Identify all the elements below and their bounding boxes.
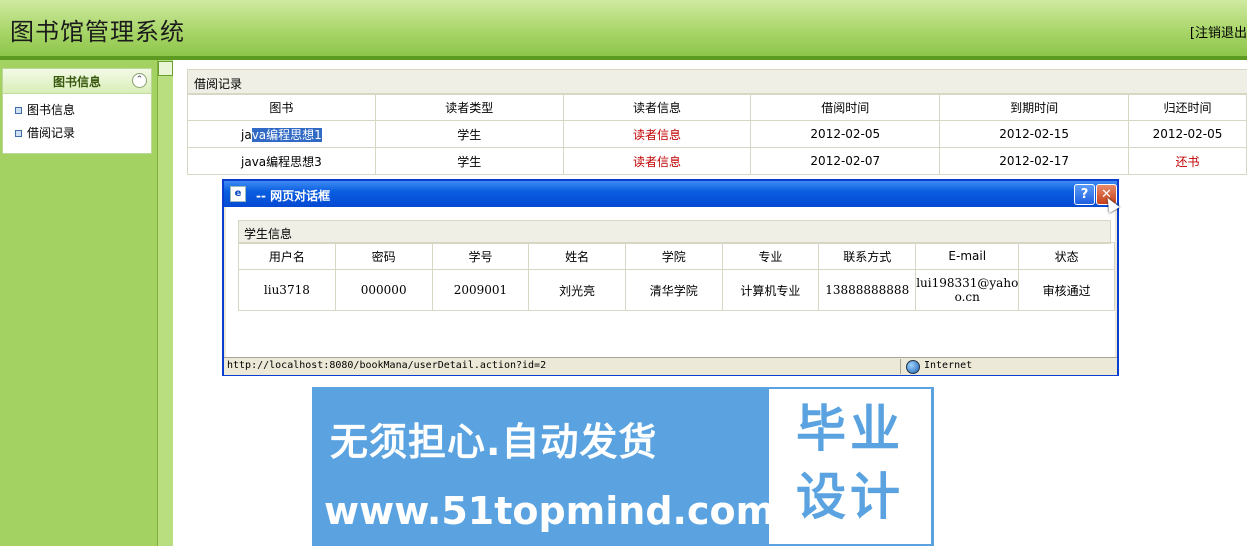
collapse-up-icon[interactable]: ⌃ bbox=[132, 73, 147, 88]
watermark-slogan: 无须担心.自动发货 bbox=[330, 420, 658, 464]
watermark-logo-box: 毕业 设计 bbox=[769, 389, 931, 544]
dialog-titlebar[interactable]: e -- 网页对话框 ? ✕ bbox=[224, 181, 1117, 207]
reader-type-cell: 学生 bbox=[374, 147, 564, 175]
book-cell: java编程思想1 bbox=[187, 120, 376, 148]
borrow-date-cell: 2012-02-05 bbox=[750, 120, 941, 148]
column-header: 密码 bbox=[334, 242, 433, 270]
due-date-cell: 2012-02-17 bbox=[939, 147, 1130, 175]
reader-info-link[interactable]: 读者信息 bbox=[562, 120, 752, 148]
table-row: liu3718 000000 2009001 刘光亮 清华学院 计算机专业 13… bbox=[238, 269, 1115, 311]
status-cell: 审核通过 bbox=[1018, 269, 1115, 311]
bullet-icon bbox=[15, 107, 22, 114]
column-header: 读者信息 bbox=[562, 93, 752, 121]
status-divider bbox=[900, 359, 901, 374]
sidebar-item-book-info[interactable]: 图书信息 bbox=[3, 99, 151, 122]
bullet-icon bbox=[15, 130, 22, 137]
column-header: 专业 bbox=[721, 242, 820, 270]
student-no-cell: 2009001 bbox=[431, 269, 530, 311]
watermark-banner: 无须担心.自动发货 www.51topmind.com 毕业 设计 bbox=[312, 387, 934, 546]
sidebar-item-label: 借阅记录 bbox=[27, 126, 76, 140]
dialog-title: -- 网页对话框 bbox=[256, 189, 331, 203]
help-button[interactable]: ? bbox=[1074, 184, 1095, 205]
watermark-logo-text: 毕业 设计 bbox=[796, 400, 904, 526]
column-header: 姓名 bbox=[528, 242, 626, 270]
column-header: 借阅时间 bbox=[750, 93, 941, 121]
status-url: http://localhost:8080/bookMana/userDetai… bbox=[227, 360, 547, 371]
phone-cell: 13888888888 bbox=[818, 269, 917, 311]
sidebar-item-label: 图书信息 bbox=[27, 103, 76, 117]
records-title: 借阅记录 bbox=[194, 77, 243, 91]
app-header: 图书馆管理系统 [注销退出 bbox=[0, 0, 1247, 56]
column-header: 归还时间 bbox=[1128, 93, 1247, 121]
sidebar-panel-books: 图书信息 ⌃ 图书信息 借阅记录 bbox=[2, 68, 152, 154]
column-header: 到期时间 bbox=[939, 93, 1130, 121]
sidebar-splitter[interactable] bbox=[157, 60, 174, 546]
return-book-link[interactable]: 还书 bbox=[1128, 147, 1247, 175]
selected-text: va编程思想1 bbox=[251, 127, 322, 142]
column-header: 用户名 bbox=[238, 242, 336, 270]
column-header: 图书 bbox=[187, 93, 376, 121]
password-cell: 000000 bbox=[334, 269, 433, 311]
globe-icon bbox=[906, 360, 920, 374]
email-cell: lui198331@yaho o.cn bbox=[915, 269, 1020, 311]
column-header: 联系方式 bbox=[818, 242, 917, 270]
sidebar-item-borrow-records[interactable]: 借阅记录 bbox=[3, 122, 151, 145]
records-table: 图书 读者类型 读者信息 借阅时间 到期时间 归还时间 java编程思想1 学生… bbox=[187, 93, 1247, 175]
table-row: java编程思想1 学生 读者信息 2012-02-05 2012-02-15 … bbox=[187, 120, 1247, 148]
splitter-toggle[interactable] bbox=[158, 61, 173, 76]
watermark-url: www.51topmind.com bbox=[324, 489, 776, 533]
name-cell: 刘光亮 bbox=[528, 269, 626, 311]
student-section-header: 学生信息 bbox=[238, 220, 1111, 244]
column-header: 读者类型 bbox=[374, 93, 564, 121]
web-dialog: e -- 网页对话框 ? ✕ 学生信息 用户名 密码 学号 姓名 学院 专业 联… bbox=[222, 179, 1119, 376]
reader-info-link[interactable]: 读者信息 bbox=[562, 147, 752, 175]
column-header: 状态 bbox=[1018, 242, 1115, 270]
book-cell: java编程思想3 bbox=[187, 147, 376, 175]
due-date-cell: 2012-02-15 bbox=[939, 120, 1130, 148]
college-cell: 清华学院 bbox=[625, 269, 723, 311]
student-section-title: 学生信息 bbox=[244, 227, 293, 241]
dialog-statusbar: http://localhost:8080/bookMana/userDetai… bbox=[224, 357, 1117, 375]
column-header: 学号 bbox=[431, 242, 530, 270]
sidebar-panel-title: 图书信息 bbox=[52, 75, 101, 89]
logout-link[interactable]: [注销退出 bbox=[1190, 22, 1247, 41]
dialog-content: 学生信息 用户名 密码 学号 姓名 学院 专业 联系方式 E-mail 状态 l… bbox=[226, 207, 1115, 357]
sidebar-panel-header[interactable]: 图书信息 ⌃ bbox=[3, 69, 151, 94]
table-header-row: 图书 读者类型 读者信息 借阅时间 到期时间 归还时间 bbox=[187, 93, 1247, 121]
major-cell: 计算机专业 bbox=[721, 269, 820, 311]
records-section-header: 借阅记录 bbox=[187, 69, 1247, 95]
column-header: E-mail bbox=[915, 242, 1020, 270]
student-table: 用户名 密码 学号 姓名 学院 专业 联系方式 E-mail 状态 liu371… bbox=[238, 242, 1115, 311]
username-cell: liu3718 bbox=[238, 269, 336, 311]
return-date-cell: 2012-02-05 bbox=[1128, 120, 1247, 148]
column-header: 学院 bbox=[625, 242, 723, 270]
ie-page-icon: e bbox=[230, 186, 246, 202]
app-title: 图书馆管理系统 bbox=[10, 18, 185, 46]
table-row: java编程思想3 学生 读者信息 2012-02-07 2012-02-17 … bbox=[187, 147, 1247, 175]
reader-type-cell: 学生 bbox=[374, 120, 564, 148]
table-header-row: 用户名 密码 学号 姓名 学院 专业 联系方式 E-mail 状态 bbox=[238, 242, 1115, 270]
security-zone: Internet bbox=[924, 360, 973, 371]
borrow-date-cell: 2012-02-07 bbox=[750, 147, 941, 175]
